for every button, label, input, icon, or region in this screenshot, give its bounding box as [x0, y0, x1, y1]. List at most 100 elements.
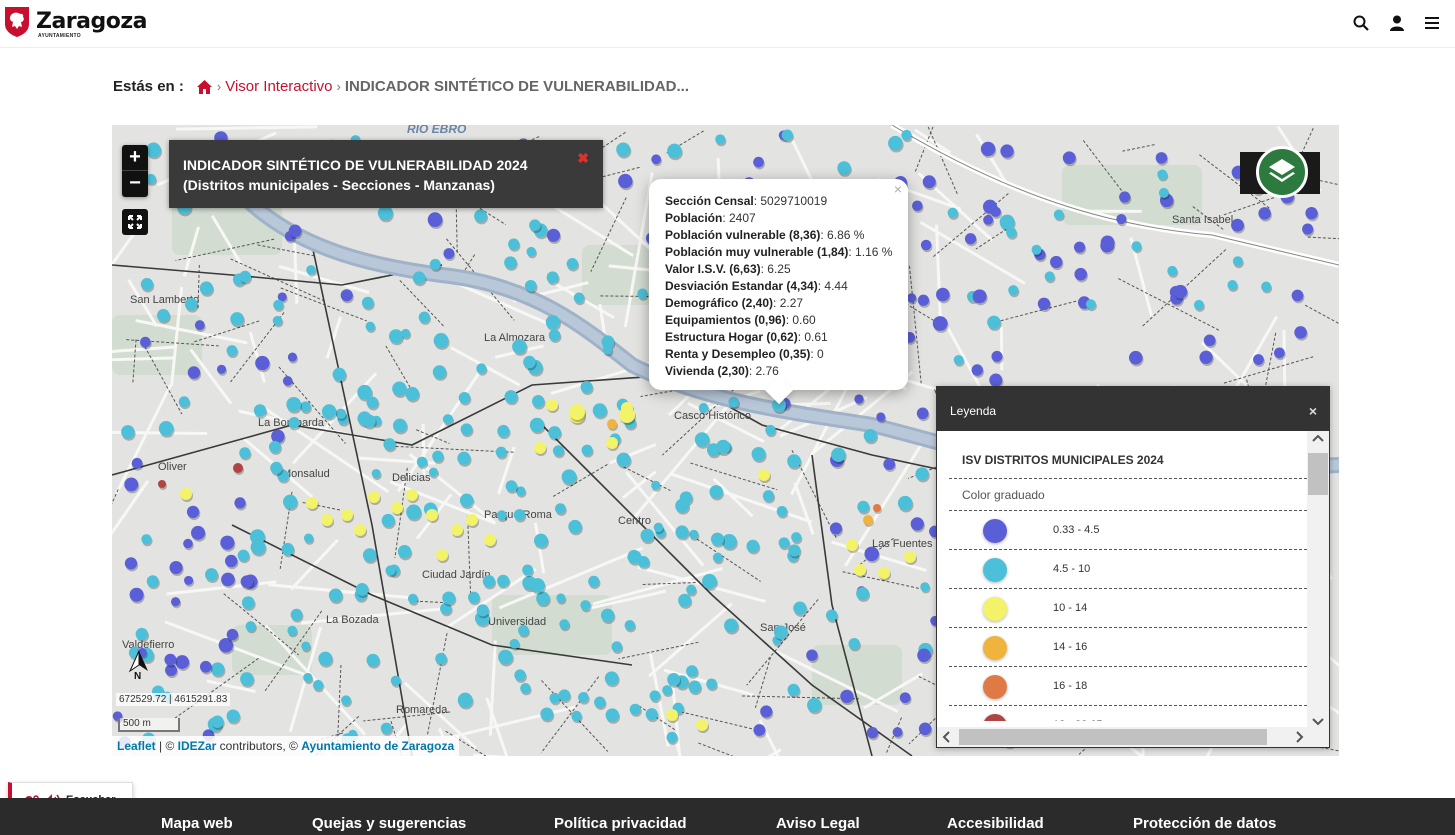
- vulnerability-marker[interactable]: [457, 451, 471, 465]
- vulnerability-marker[interactable]: [210, 662, 225, 676]
- vulnerability-marker[interactable]: [837, 161, 851, 175]
- vulnerability-marker[interactable]: [604, 671, 619, 686]
- vulnerability-marker[interactable]: [791, 532, 802, 543]
- vulnerability-marker[interactable]: [866, 726, 879, 739]
- vulnerability-marker[interactable]: [340, 289, 353, 302]
- vulnerability-marker[interactable]: [522, 564, 533, 576]
- vulnerability-marker[interactable]: [407, 593, 418, 604]
- vulnerability-marker[interactable]: [341, 509, 353, 521]
- vulnerability-marker[interactable]: [787, 683, 800, 696]
- vulnerability-marker[interactable]: [287, 625, 298, 636]
- vulnerability-marker[interactable]: [715, 134, 726, 145]
- vulnerability-marker[interactable]: [321, 404, 337, 419]
- vulnerability-marker[interactable]: [495, 446, 507, 458]
- vulnerability-marker[interactable]: [888, 135, 903, 151]
- vulnerability-marker[interactable]: [366, 396, 379, 409]
- vulnerability-marker[interactable]: [233, 463, 243, 473]
- vulnerability-marker[interactable]: [619, 407, 635, 423]
- vulnerability-marker[interactable]: [580, 380, 593, 394]
- fullscreen-button[interactable]: [122, 209, 148, 235]
- vulnerability-marker[interactable]: [706, 678, 717, 690]
- vulnerability-marker[interactable]: [253, 404, 267, 417]
- vulnerability-marker[interactable]: [773, 625, 788, 640]
- vulnerability-marker[interactable]: [540, 707, 554, 721]
- vulnerability-marker[interactable]: [760, 705, 773, 718]
- vulnerability-marker[interactable]: [605, 708, 620, 722]
- vulnerability-marker[interactable]: [878, 567, 890, 579]
- footer-link-quejas[interactable]: Quejas y sugerencias: [312, 815, 466, 832]
- vulnerability-marker[interactable]: [793, 601, 807, 615]
- vulnerability-marker[interactable]: [390, 675, 401, 686]
- vulnerability-marker[interactable]: [1157, 169, 1168, 180]
- vulnerability-marker[interactable]: [863, 428, 877, 443]
- vulnerability-marker[interactable]: [548, 426, 561, 439]
- vulnerability-marker[interactable]: [466, 514, 478, 526]
- vulnerability-marker[interactable]: [696, 719, 708, 731]
- vulnerability-marker[interactable]: [840, 689, 854, 704]
- vulnerability-marker[interactable]: [497, 424, 510, 438]
- vulnerability-marker[interactable]: [678, 593, 692, 607]
- vulnerability-marker[interactable]: [920, 582, 930, 592]
- vulnerability-marker[interactable]: [290, 608, 303, 621]
- vulnerability-marker[interactable]: [286, 397, 302, 412]
- vulnerability-marker[interactable]: [1062, 151, 1076, 165]
- vulnerability-marker[interactable]: [581, 444, 593, 456]
- vulnerability-marker[interactable]: [602, 344, 613, 355]
- legend-close-icon[interactable]: ×: [1309, 403, 1317, 419]
- vulnerability-marker[interactable]: [936, 287, 950, 302]
- vulnerability-marker[interactable]: [380, 722, 393, 734]
- vulnerability-marker[interactable]: [918, 722, 932, 736]
- idezar-link[interactable]: IDEZar: [178, 739, 217, 753]
- vulnerability-marker[interactable]: [545, 314, 560, 330]
- vulnerability-marker[interactable]: [788, 544, 801, 557]
- vulnerability-marker[interactable]: [588, 575, 600, 588]
- footer-link-proteccion-datos[interactable]: Protección de datos: [1133, 815, 1276, 832]
- vulnerability-marker[interactable]: [675, 525, 689, 539]
- vulnerability-marker[interactable]: [240, 672, 254, 686]
- vulnerability-marker[interactable]: [806, 649, 818, 661]
- vulnerability-marker[interactable]: [616, 142, 631, 157]
- vulnerability-marker[interactable]: [566, 258, 579, 270]
- vulnerability-marker[interactable]: [667, 673, 681, 686]
- vulnerability-marker[interactable]: [906, 293, 917, 303]
- vulnerability-marker[interactable]: [863, 515, 873, 525]
- vulnerability-marker[interactable]: [666, 731, 678, 743]
- zaragoza-logo[interactable]: Zaragoza AYUNTAMIENTO: [4, 6, 148, 39]
- vulnerability-marker[interactable]: [531, 395, 545, 408]
- vulnerability-marker[interactable]: [1158, 187, 1169, 198]
- vulnerability-marker[interactable]: [178, 396, 190, 408]
- vulnerability-marker[interactable]: [497, 574, 510, 588]
- vulnerability-marker[interactable]: [751, 446, 766, 461]
- vulnerability-marker[interactable]: [990, 206, 1001, 217]
- vulnerability-marker[interactable]: [912, 200, 923, 212]
- vulnerability-marker[interactable]: [1006, 227, 1017, 238]
- vulnerability-marker[interactable]: [187, 366, 201, 379]
- vulnerability-marker[interactable]: [312, 679, 324, 691]
- vulnerability-marker[interactable]: [371, 468, 381, 478]
- vulnerability-marker[interactable]: [746, 539, 760, 553]
- vulnerability-marker[interactable]: [1258, 207, 1271, 220]
- vulnerability-marker[interactable]: [225, 554, 238, 568]
- vulnerability-marker[interactable]: [1199, 350, 1213, 364]
- vulnerability-marker[interactable]: [1305, 206, 1318, 220]
- vulnerability-marker[interactable]: [354, 524, 366, 536]
- vulnerability-marker[interactable]: [1050, 255, 1063, 269]
- vulnerability-marker[interactable]: [270, 461, 283, 474]
- vulnerability-marker[interactable]: [915, 467, 929, 481]
- vulnerability-marker[interactable]: [552, 445, 564, 457]
- vulnerability-marker[interactable]: [1261, 281, 1272, 292]
- home-icon[interactable]: [196, 79, 213, 95]
- vulnerability-marker[interactable]: [368, 491, 380, 503]
- vulnerability-marker[interactable]: [1155, 152, 1168, 164]
- vulnerability-marker[interactable]: [239, 447, 251, 459]
- zoom-out-button[interactable]: −: [122, 171, 148, 197]
- vulnerability-marker[interactable]: [388, 329, 403, 344]
- vulnerability-marker[interactable]: [482, 575, 496, 588]
- vulnerability-marker[interactable]: [433, 333, 449, 348]
- vulnerability-marker[interactable]: [508, 238, 520, 250]
- menu-icon[interactable]: [1423, 14, 1441, 32]
- vulnerability-marker[interactable]: [1193, 299, 1204, 310]
- vulnerability-marker[interactable]: [432, 450, 444, 462]
- vulnerability-marker[interactable]: [991, 350, 1003, 362]
- vulnerability-marker[interactable]: [561, 469, 577, 485]
